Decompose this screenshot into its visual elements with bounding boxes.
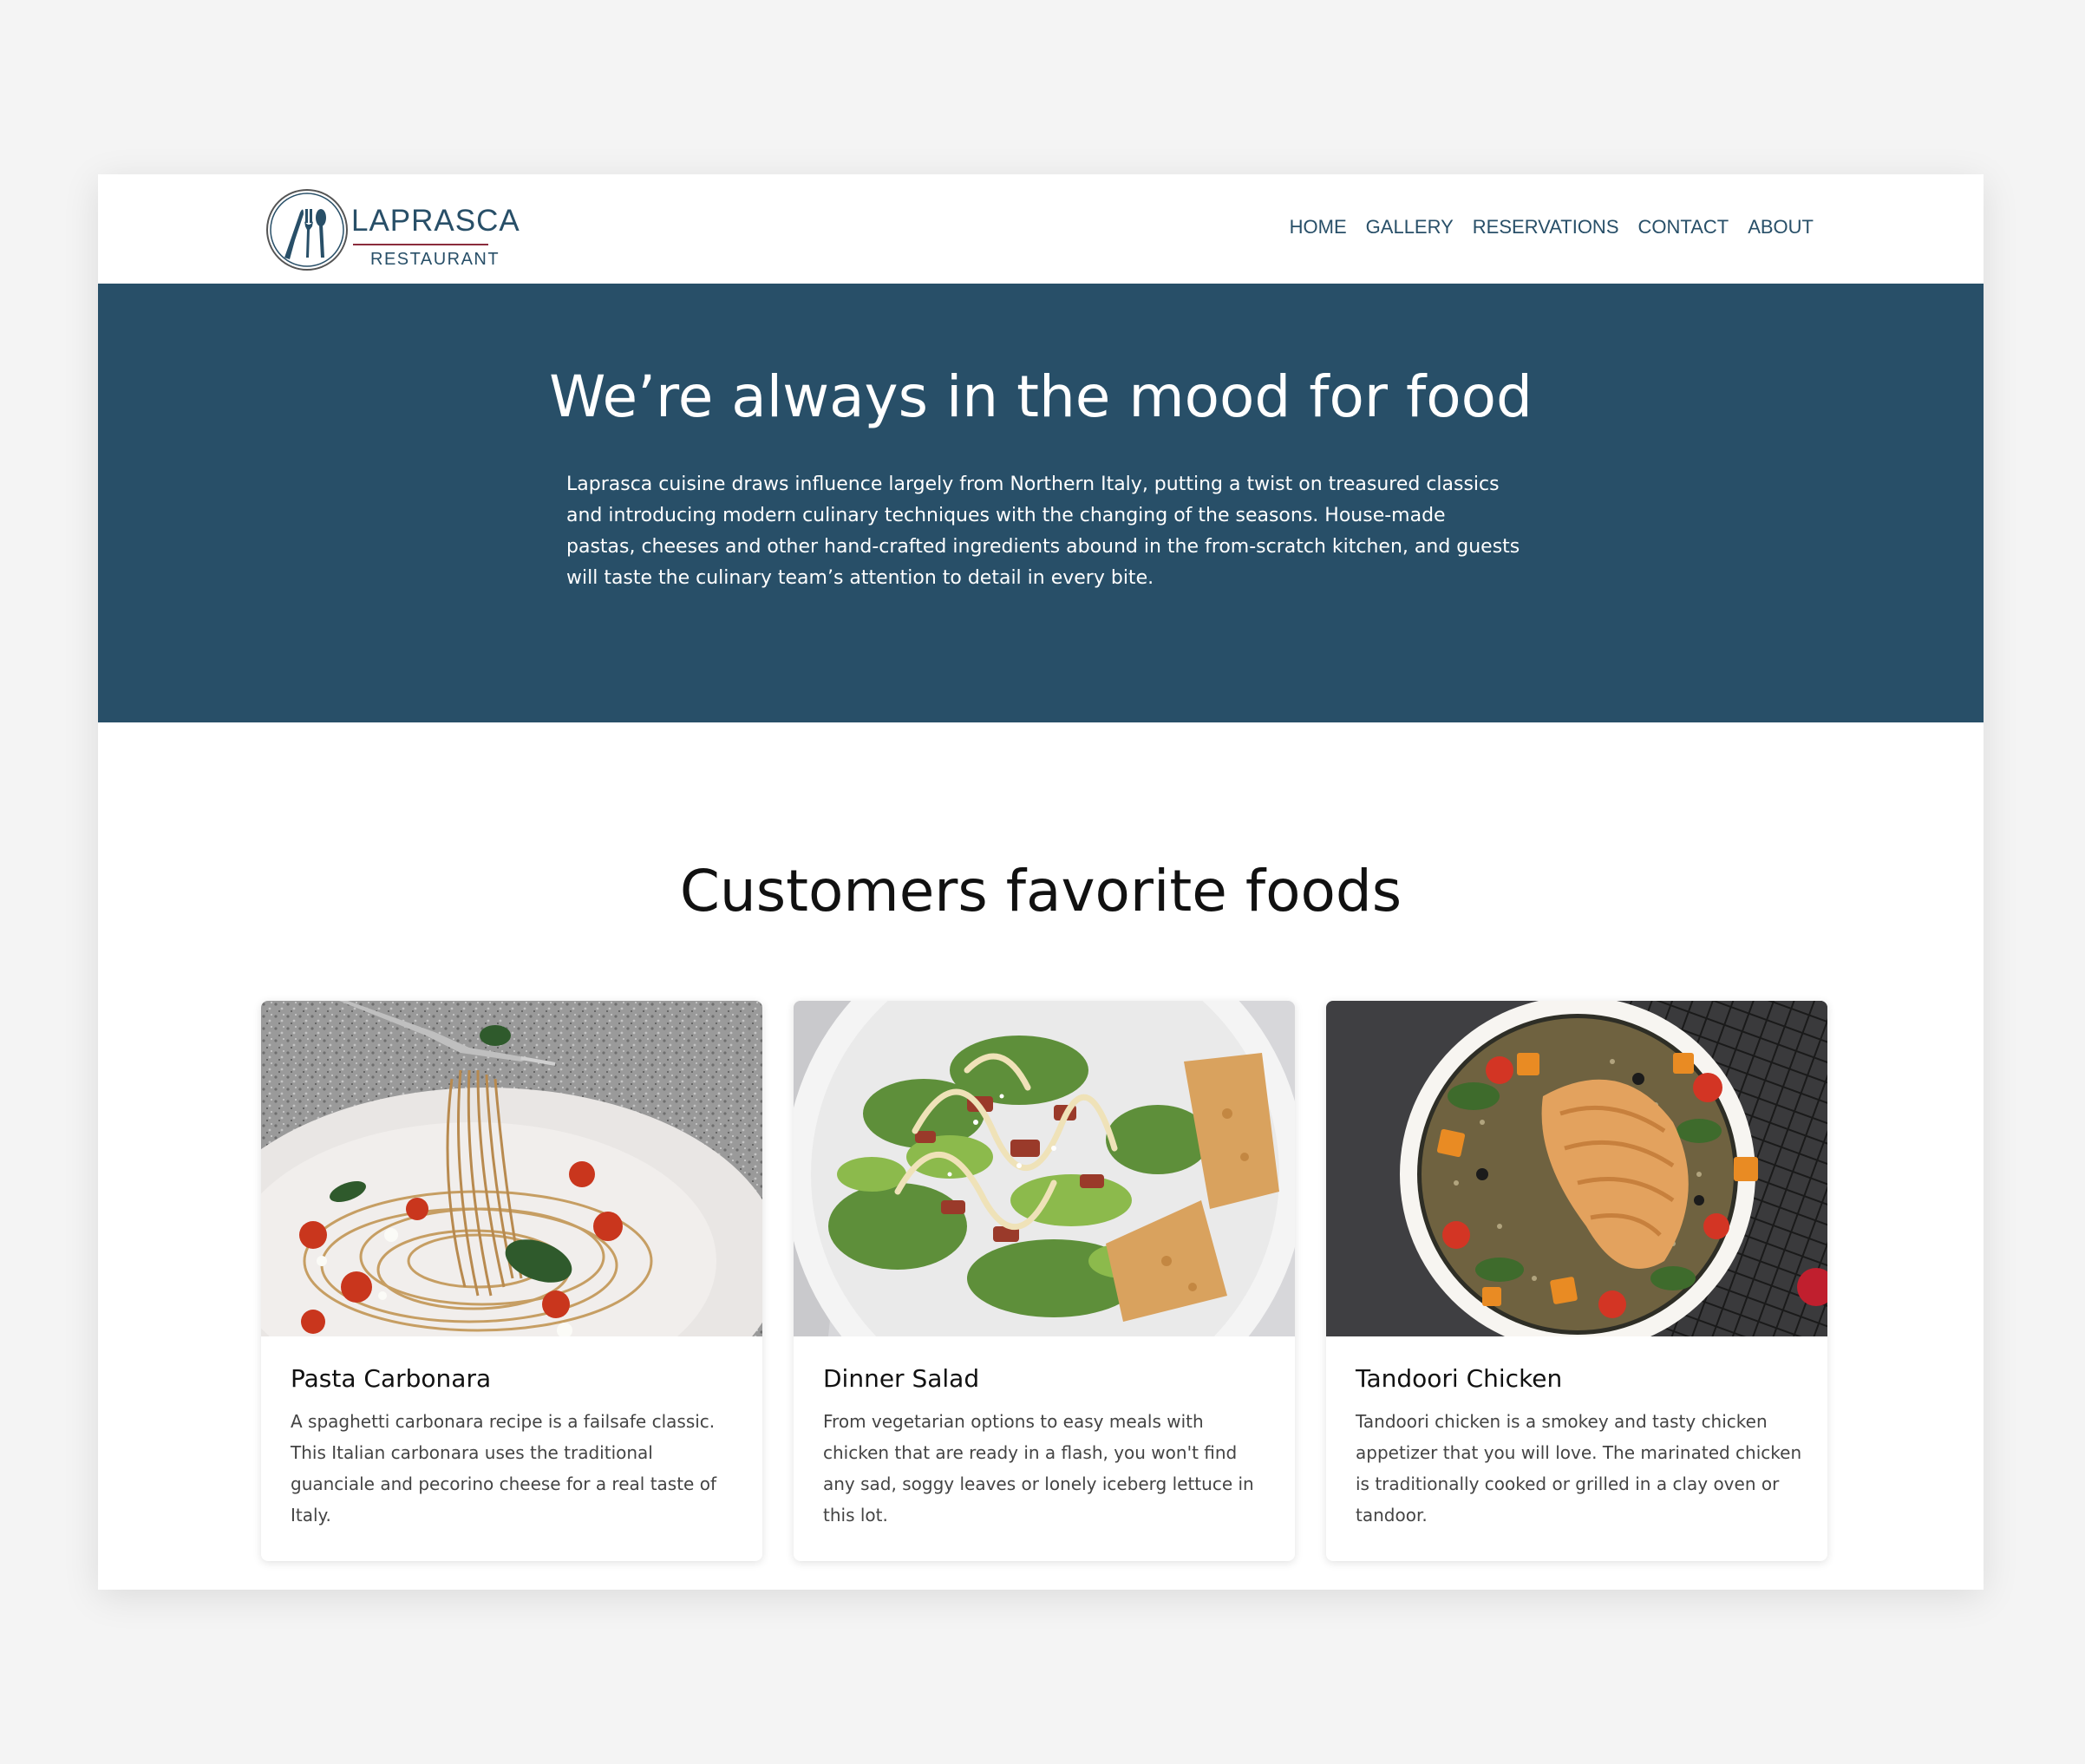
site-header: LAPRASCA RESTAURANT HOME GALLERY RESERVA… (98, 174, 1984, 284)
card-title: Tandoori Chicken (1356, 1364, 1563, 1393)
brand-logo[interactable]: LAPRASCA RESTAURANT (265, 188, 552, 271)
hero-title: We’re always in the mood for food (549, 363, 1533, 430)
nav-home[interactable]: HOME (1290, 216, 1347, 238)
pasta-photo (261, 1001, 762, 1336)
food-card-salad[interactable]: Dinner Salad From vegetarian options to … (794, 1001, 1295, 1561)
card-description: Tandoori chicken is a smokey and tasty c… (1356, 1411, 1802, 1526)
website-page: LAPRASCA RESTAURANT HOME GALLERY RESERVA… (98, 174, 1984, 1590)
nav-about[interactable]: ABOUT (1748, 216, 1814, 238)
hero-description: Laprasca cuisine draws influence largely… (566, 474, 1520, 589)
food-cards: Pasta Carbonara A spaghetti carbonara re… (261, 1001, 1827, 1561)
favorites-title: Customers favorite foods (679, 858, 1402, 924)
cutlery-logo-icon (266, 189, 348, 271)
brand-name: LAPRASCA (351, 204, 520, 238)
food-card-pasta[interactable]: Pasta Carbonara A spaghetti carbonara re… (261, 1001, 762, 1561)
food-card-tandoori[interactable]: Tandoori Chicken Tandoori chicken is a s… (1326, 1001, 1827, 1561)
salad-photo (794, 1001, 1295, 1336)
card-title: Pasta Carbonara (291, 1364, 492, 1393)
main-nav: HOME GALLERY RESERVATIONS CONTACT ABOUT (1290, 216, 1814, 238)
chicken-bowl-photo (1326, 1001, 1827, 1336)
nav-contact[interactable]: CONTACT (1638, 216, 1729, 238)
nav-gallery[interactable]: GALLERY (1366, 216, 1454, 238)
card-description: From vegetarian options to easy meals wi… (823, 1411, 1254, 1526)
brand-underline (353, 244, 488, 245)
card-title: Dinner Salad (823, 1364, 980, 1393)
nav-reservations[interactable]: RESERVATIONS (1473, 216, 1619, 238)
hero-section: We’re always in the mood for food Lapras… (98, 284, 1984, 722)
card-description: A spaghetti carbonara recipe is a failsa… (291, 1411, 716, 1526)
brand-subtitle: RESTAURANT (370, 250, 500, 269)
